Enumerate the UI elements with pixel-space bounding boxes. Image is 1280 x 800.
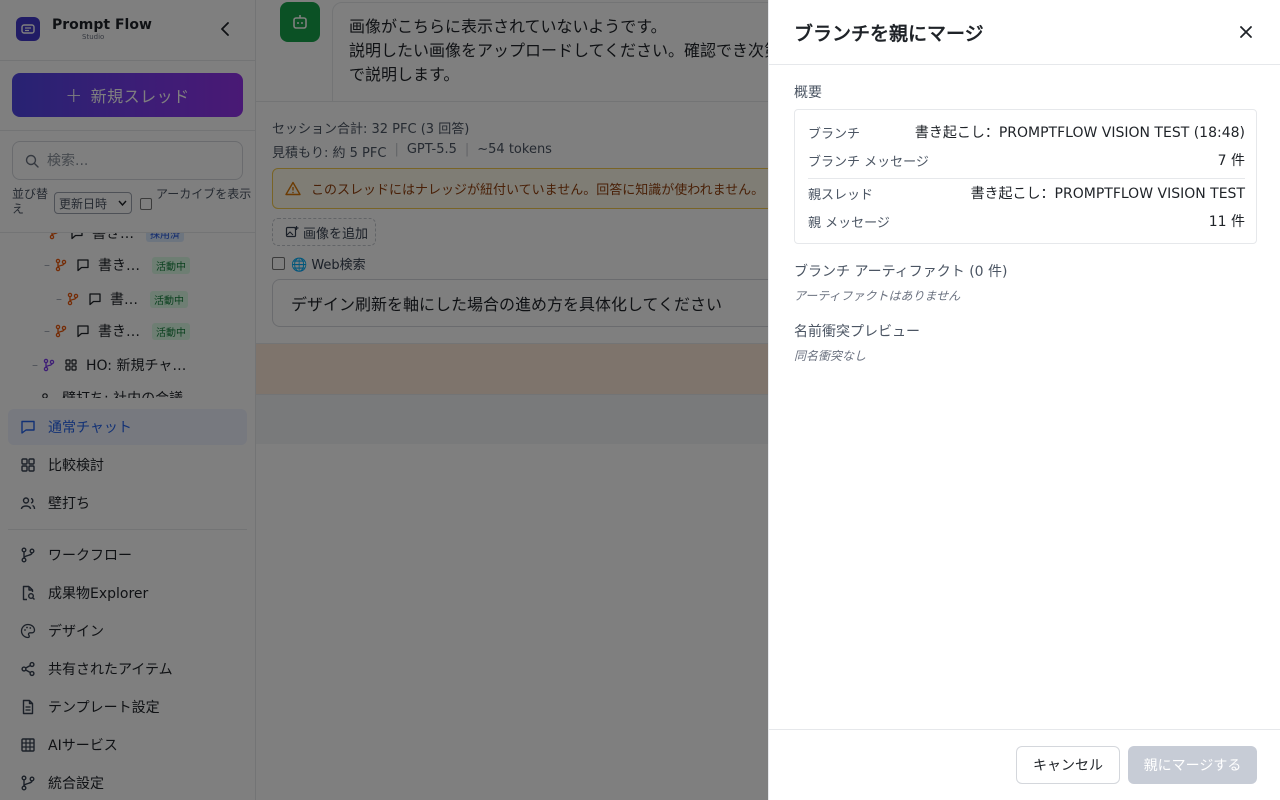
- summary-row-parent-thread: 親スレッド 書き起こし：PROMPTFLOW VISION TEST: [808, 183, 1245, 203]
- summary-card: ブランチ 書き起こし：PROMPTFLOW VISION TEST (18:48…: [794, 109, 1257, 244]
- summary-value: 書き起こし：PROMPTFLOW VISION TEST: [970, 186, 1245, 202]
- conflict-empty: 同名衝突なし: [794, 349, 867, 363]
- summary-value: 書き起こし：PROMPTFLOW VISION TEST (18:48): [914, 125, 1245, 141]
- summary-row-parent-messages: 親 メッセージ 11 件: [808, 211, 1245, 231]
- summary-key: ブランチ: [808, 126, 861, 142]
- close-button[interactable]: [1236, 22, 1256, 42]
- summary-heading: 概要: [794, 85, 822, 101]
- close-icon: [1240, 26, 1252, 38]
- summary-row-branch: ブランチ 書き起こし：PROMPTFLOW VISION TEST (18:48…: [808, 122, 1245, 142]
- artifacts-empty: アーティファクトはありません: [794, 289, 961, 303]
- summary-row-branch-messages: ブランチ メッセージ 7 件: [808, 150, 1245, 170]
- summary-value: 11 件: [1208, 214, 1245, 230]
- divider: [808, 178, 1245, 179]
- cancel-button[interactable]: キャンセル: [1016, 746, 1120, 784]
- merge-to-parent-button[interactable]: 親にマージする: [1128, 746, 1257, 784]
- summary-value: 7 件: [1217, 153, 1245, 169]
- divider: [769, 64, 1280, 65]
- conflict-heading: 名前衝突プレビュー: [794, 324, 920, 340]
- drawer-title: ブランチを親にマージ: [794, 23, 984, 45]
- summary-key: ブランチ メッセージ: [808, 154, 929, 170]
- divider: [769, 729, 1280, 730]
- summary-key: 親スレッド: [808, 187, 874, 203]
- merge-drawer: ブランチを親にマージ 概要 ブランチ 書き起こし：PROMPTFLOW VISI…: [768, 0, 1280, 800]
- artifacts-heading: ブランチ アーティファクト (0 件): [794, 264, 1008, 280]
- summary-key: 親 メッセージ: [808, 215, 890, 231]
